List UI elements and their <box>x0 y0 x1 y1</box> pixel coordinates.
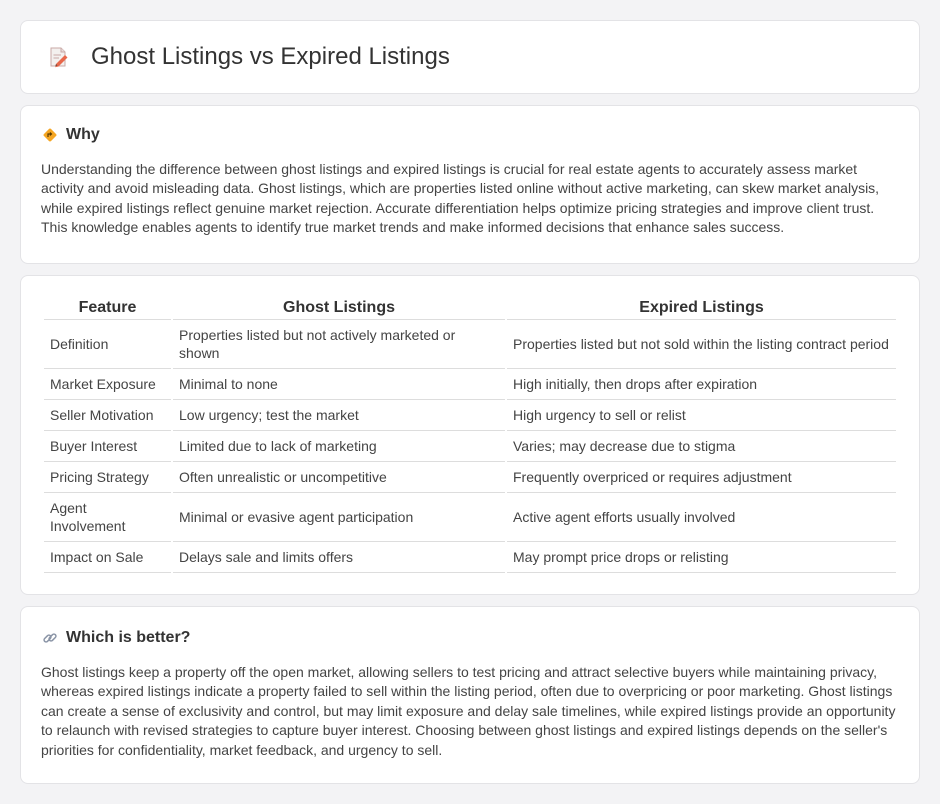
ghost-cell: Limited due to lack of marketing <box>173 431 505 462</box>
ghost-cell: Minimal or evasive agent participation <box>173 493 505 542</box>
feature-cell: Impact on Sale <box>44 542 171 573</box>
table-row: Buyer Interest Limited due to lack of ma… <box>44 431 896 462</box>
table-row: Market Exposure Minimal to none High ini… <box>44 369 896 400</box>
why-text: Understanding the difference between gho… <box>41 161 880 236</box>
better-text: Ghost listings keep a property off the o… <box>41 664 896 758</box>
table-row: Definition Properties listed but not act… <box>44 320 896 369</box>
why-section: Why Understanding the difference between… <box>20 105 920 264</box>
ghost-cell: Minimal to none <box>173 369 505 400</box>
table-row: Impact on Sale Delays sale and limits of… <box>44 542 896 573</box>
table-row: Pricing Strategy Often unrealistic or un… <box>44 462 896 493</box>
ghost-cell: Low urgency; test the market <box>173 400 505 431</box>
page-title: Ghost Listings vs Expired Listings <box>91 43 450 70</box>
expired-cell: Active agent efforts usually involved <box>507 493 896 542</box>
why-title: Why <box>66 126 100 143</box>
header-expired-listings: Expired Listings <box>507 296 896 320</box>
better-title: Which is better? <box>66 629 191 646</box>
ghost-cell: Properties listed but not actively marke… <box>173 320 505 369</box>
diamond-sign-icon <box>41 126 59 144</box>
which-better-section: Which is better? Ghost listings keep a p… <box>20 606 920 784</box>
feature-cell: Agent Involvement <box>44 493 171 542</box>
expired-cell: High initially, then drops after expirat… <box>507 369 896 400</box>
header-ghost-listings: Ghost Listings <box>173 296 505 320</box>
why-heading: Why <box>41 126 899 144</box>
feature-cell: Seller Motivation <box>44 400 171 431</box>
link-icon <box>41 629 59 647</box>
ghost-cell: Delays sale and limits offers <box>173 542 505 573</box>
better-heading: Which is better? <box>41 629 899 647</box>
expired-cell: Frequently overpriced or requires adjust… <box>507 462 896 493</box>
expired-cell: Varies; may decrease due to stigma <box>507 431 896 462</box>
header-feature: Feature <box>44 296 171 320</box>
expired-cell: High urgency to sell or relist <box>507 400 896 431</box>
comparison-table-card: Feature Ghost Listings Expired Listings … <box>20 275 920 595</box>
ghost-cell: Often unrealistic or uncompetitive <box>173 462 505 493</box>
table-row: Agent Involvement Minimal or evasive age… <box>44 493 896 542</box>
feature-cell: Definition <box>44 320 171 369</box>
feature-cell: Market Exposure <box>44 369 171 400</box>
feature-cell: Buyer Interest <box>44 431 171 462</box>
expired-cell: Properties listed but not sold within th… <box>507 320 896 369</box>
pencil-document-icon <box>47 46 69 68</box>
expired-cell: May prompt price drops or relisting <box>507 542 896 573</box>
table-header-row: Feature Ghost Listings Expired Listings <box>44 296 896 320</box>
header-card: Ghost Listings vs Expired Listings <box>20 20 920 94</box>
comparison-table: Feature Ghost Listings Expired Listings … <box>42 296 898 573</box>
table-row: Seller Motivation Low urgency; test the … <box>44 400 896 431</box>
feature-cell: Pricing Strategy <box>44 462 171 493</box>
